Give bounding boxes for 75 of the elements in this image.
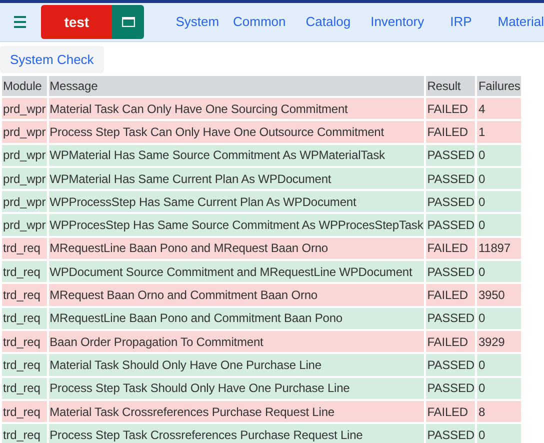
table-cell: FAILED xyxy=(426,238,476,260)
table-cell: PASSED xyxy=(426,168,476,190)
table-cell: 0 xyxy=(477,191,522,212)
table-cell: trd_req xyxy=(2,354,47,376)
table-cell: PASSED xyxy=(426,424,476,443)
table-cell: WPProcessStep Has Same Current Plan As WPDocument xyxy=(48,191,424,212)
table-cell: PASSED xyxy=(426,354,476,376)
table-cell: PASSED xyxy=(426,214,476,236)
column-header: Result xyxy=(426,76,476,96)
nav-link[interactable]: Inventory xyxy=(370,12,424,32)
table-cell: FAILED xyxy=(426,284,476,306)
table-cell: 0 xyxy=(477,144,522,166)
nav-link[interactable]: Common xyxy=(233,12,286,32)
table-cell: trd_req xyxy=(2,261,47,282)
table-cell: WPMaterial Has Same Source Commitment As WPMaterialTask xyxy=(48,144,424,166)
table-cell: PASSED xyxy=(426,378,476,399)
table-cell: Baan Order Propagation To Commitment xyxy=(48,330,424,352)
app-button[interactable]: test xyxy=(40,5,112,39)
table-cell: PASSED xyxy=(426,191,476,212)
table-cell: prd_wpr xyxy=(2,168,47,190)
table-cell: trd_req xyxy=(2,238,47,260)
table-cell: FAILED xyxy=(426,330,476,352)
table-cell: trd_req xyxy=(2,284,47,306)
table-cell: 0 xyxy=(477,214,522,236)
table-cell: 3950 xyxy=(477,284,522,306)
table-cell: WPMaterial Has Same Current Plan As WPDocument xyxy=(48,168,424,190)
table-cell: 11897 xyxy=(477,238,522,260)
table-cell: FAILED xyxy=(426,400,476,422)
table-cell: 8 xyxy=(477,400,522,422)
table-cell: Material Task Crossreferences Purchase Request Line xyxy=(48,400,424,422)
table-cell: prd_wpr xyxy=(2,121,47,143)
table-cell: FAILED xyxy=(426,121,476,143)
tab[interactable]: System Check xyxy=(0,46,104,73)
table-cell: prd_wpr xyxy=(2,144,47,166)
table-cell: 0 xyxy=(477,424,522,443)
table-cell: 3929 xyxy=(477,330,522,352)
table-cell: PASSED xyxy=(426,308,476,329)
table-cell: trd_req xyxy=(2,378,47,399)
table-cell: Process Step Task Should Only Have One Purchase Line xyxy=(48,378,424,399)
table-cell: Process Step Task Crossreferences Purchase Request Line xyxy=(48,424,424,443)
column-header: Module xyxy=(2,76,47,96)
column-header: Failures xyxy=(477,76,522,96)
table-cell: trd_req xyxy=(2,424,47,443)
table-cell: trd_req xyxy=(2,308,47,329)
nav-link[interactable]: System xyxy=(176,12,220,32)
table-cell: Process Step Task Can Only Have One Outsource Commitment xyxy=(48,121,424,143)
table-cell: PASSED xyxy=(426,144,476,166)
table-cell: prd_wpr xyxy=(2,191,47,212)
table-cell: FAILED xyxy=(426,98,476,120)
table-cell: 0 xyxy=(477,261,522,282)
table-cell: MRequestLine Baan Pono and Commitment Baan Pono xyxy=(48,308,424,329)
table-cell: Material Task Should Only Have One Purchase Line xyxy=(48,354,424,376)
table-cell: 0 xyxy=(477,308,522,329)
table-cell: trd_req xyxy=(2,330,47,352)
nav-link[interactable]: IRP xyxy=(450,12,472,32)
table-cell: 0 xyxy=(477,168,522,190)
table-cell: Material Task Can Only Have One Sourcing Commitment xyxy=(48,98,424,120)
table-cell: prd_wpr xyxy=(2,214,47,236)
table-cell: trd_req xyxy=(2,400,47,422)
table-cell: 1 xyxy=(477,121,522,143)
table-cell: MRequestLine Baan Pono and MRequest Baan Orno xyxy=(48,238,424,260)
nav-link[interactable]: Catalog xyxy=(306,12,351,32)
table-cell: prd_wpr xyxy=(2,98,47,120)
window-button[interactable] xyxy=(112,5,144,39)
table-cell: 0 xyxy=(477,354,522,376)
column-header: Message xyxy=(48,76,424,96)
table-cell: 0 xyxy=(477,378,522,399)
window-icon xyxy=(122,17,135,27)
table-cell: WPDocument Source Commitment and MRequestLine WPDocument xyxy=(48,261,424,282)
menu-icon[interactable] xyxy=(14,16,26,28)
nav-link[interactable]: Material xyxy=(498,12,544,32)
table-cell: WPProcesStep Has Same Source Commitment As WPProcesStepTask xyxy=(48,214,424,236)
table-cell: PASSED xyxy=(426,261,476,282)
table-cell: 4 xyxy=(477,98,522,120)
table-cell: MRequest Baan Orno and Commitment Baan Orno xyxy=(48,284,424,306)
